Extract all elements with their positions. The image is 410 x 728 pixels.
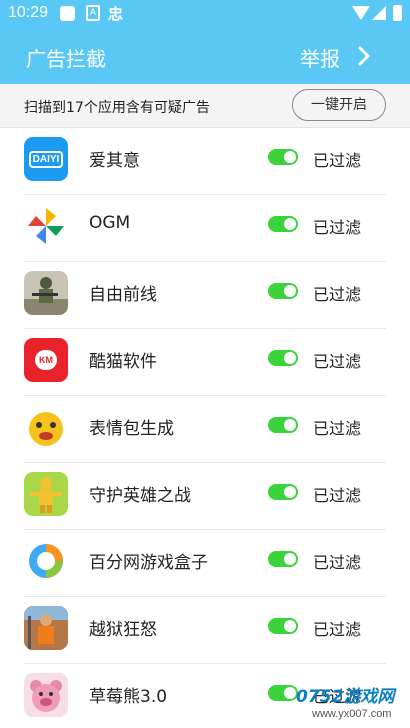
app-row: 百分网游戏盒子 已过滤 [0, 530, 410, 597]
ad-filter-toggle[interactable] [268, 417, 298, 433]
toggle-knob [284, 285, 296, 297]
app-name: 表情包生成 [89, 419, 174, 439]
watermark-url: www.yx007.com [312, 708, 392, 720]
a-notification-icon: A [86, 5, 100, 21]
app-name: 草莓熊3.0 [89, 687, 168, 707]
app-name: 守护英雄之战 [89, 486, 191, 506]
app-name: 酷猫软件 [89, 352, 157, 372]
app-row: 越狱狂怒 已过滤 [0, 597, 410, 664]
ad-filter-toggle[interactable] [268, 551, 298, 567]
app-name: 爱其意 [89, 151, 140, 171]
page-title: 广告拦截 [26, 47, 106, 71]
signal-icon [372, 6, 386, 20]
filter-status: 已过滤 [313, 285, 362, 304]
filter-status: 已过滤 [313, 620, 362, 639]
filter-status: 已过滤 [313, 419, 362, 438]
hero-app-icon [24, 472, 68, 516]
app-row: 表情包生成 已过滤 [0, 396, 410, 463]
report-button[interactable]: 举报 [300, 43, 340, 72]
app-name: 越狱狂怒 [89, 620, 157, 640]
app-name: 百分网游戏盒子 [89, 553, 208, 573]
toggle-knob [284, 620, 296, 632]
filter-status: 已过滤 [313, 218, 362, 237]
bear-app-icon [24, 673, 68, 717]
aiqiyi-icon-text: DAIYI [28, 150, 64, 168]
ad-filter-toggle[interactable] [268, 350, 298, 366]
app-list: DAIYI 爱其意 已过滤 OGM 已过滤 自由前线 已过滤 KM 酷猫软件 已… [0, 128, 410, 728]
aiqiyi-app-icon: DAIYI [24, 137, 68, 181]
watermark-logo: 0752游戏网 [296, 687, 395, 707]
filter-status: 已过滤 [313, 553, 362, 572]
status-bar: 10:29 A 忠 [0, 0, 410, 28]
app-name: OGM [89, 213, 131, 233]
app-row: 守护英雄之战 已过滤 [0, 463, 410, 530]
app-row: DAIYI 爱其意 已过滤 [0, 128, 410, 195]
toggle-knob [284, 151, 296, 163]
toggle-knob [284, 553, 296, 565]
app-name: 自由前线 [89, 285, 157, 305]
ad-filter-toggle[interactable] [268, 484, 298, 500]
notification-icon [60, 6, 75, 21]
ad-filter-toggle[interactable] [268, 149, 298, 165]
app-notification-icon: 忠 [108, 5, 124, 23]
ad-filter-toggle[interactable] [268, 216, 298, 232]
cat-app-icon: KM [24, 338, 68, 382]
watermark: 0752游戏网 www.yx007.com [290, 682, 410, 728]
toggle-knob [284, 352, 296, 364]
filter-status: 已过滤 [313, 352, 362, 371]
status-time: 10:29 [8, 4, 49, 21]
filter-status: 已过滤 [313, 151, 362, 170]
chevron-right-icon[interactable] [354, 45, 374, 67]
ad-filter-toggle[interactable] [268, 618, 298, 634]
wifi-icon [352, 6, 370, 20]
gamebox-app-icon [24, 539, 68, 583]
app-row: KM 酷猫软件 已过滤 [0, 329, 410, 396]
toggle-knob [284, 218, 296, 230]
toggle-knob [284, 486, 296, 498]
filter-status: 已过滤 [313, 486, 362, 505]
enable-all-button[interactable]: 一键开启 [292, 89, 386, 121]
scan-summary-bar: 扫描到17个应用含有可疑广告 一键开启 [0, 84, 410, 128]
toggle-knob [284, 419, 296, 431]
ad-filter-toggle[interactable] [268, 283, 298, 299]
app-row: OGM 已过滤 [0, 195, 410, 262]
pinwheel-app-icon [24, 204, 68, 248]
prison-app-icon [24, 606, 68, 650]
scan-summary-text: 扫描到17个应用含有可疑广告 [24, 100, 210, 116]
app-bar: 广告拦截 举报 [0, 28, 410, 84]
battery-icon [393, 5, 402, 21]
cat-icon-text: KM [35, 350, 57, 370]
app-row: 自由前线 已过滤 [0, 262, 410, 329]
soldier-app-icon [24, 271, 68, 315]
emoji-app-icon [24, 405, 68, 449]
